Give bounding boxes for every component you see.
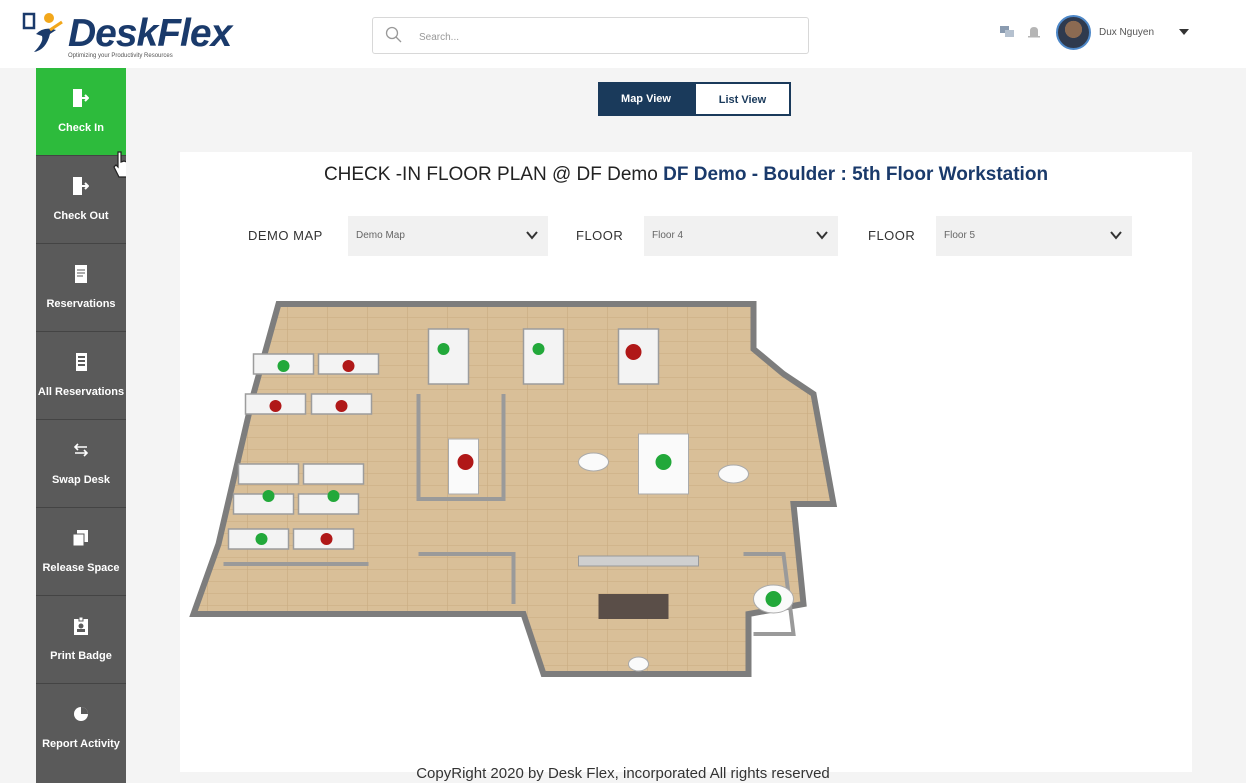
badge-icon xyxy=(74,617,88,635)
filter-label-floor: FLOOR xyxy=(576,228,624,243)
occupied-desk-marker[interactable] xyxy=(625,344,642,360)
sidebar-item-label: All Reservations xyxy=(37,386,125,398)
pie-chart-icon xyxy=(74,707,88,721)
logo-figure-icon xyxy=(22,12,63,52)
main-content: Map View List View CHECK -IN FLOOR PLAN … xyxy=(126,68,1246,783)
available-desk-marker[interactable] xyxy=(765,591,782,607)
coffee-table xyxy=(628,656,649,672)
sidebar-item-label: Release Space xyxy=(42,562,120,574)
sidebar-item-label: Check Out xyxy=(53,210,109,222)
round-table xyxy=(718,464,749,484)
office-desks xyxy=(427,328,660,385)
available-desk-marker[interactable] xyxy=(532,343,545,355)
search-box[interactable] xyxy=(372,17,809,54)
sidebar-item-reservations[interactable]: Reservations xyxy=(36,244,126,332)
map-view-button[interactable]: Map View xyxy=(598,82,694,116)
sidebar-item-label: Reservations xyxy=(46,298,116,310)
view-toggle: Map View List View xyxy=(598,82,791,116)
select-value: Floor 4 xyxy=(652,230,684,241)
bell-icon[interactable] xyxy=(1027,26,1041,38)
search-icon xyxy=(385,26,402,43)
release-space-icon xyxy=(73,530,88,547)
user-avatar[interactable] xyxy=(1056,15,1091,50)
sidebar-item-check-in[interactable]: Check In xyxy=(36,68,126,156)
floor-select-2[interactable]: Floor 5 xyxy=(936,216,1132,256)
available-desk-marker[interactable] xyxy=(255,533,268,545)
sidebar-item-all-reservations[interactable]: All Reservations xyxy=(36,332,126,420)
chevron-down-icon xyxy=(526,231,538,240)
chevron-down-icon xyxy=(816,231,828,240)
sidebar-item-label: Check In xyxy=(58,122,104,134)
all-reservations-icon xyxy=(76,353,87,371)
sidebar-item-label: Report Activity xyxy=(42,738,120,750)
available-desk-marker[interactable] xyxy=(437,343,450,355)
sidebar-item-label: Swap Desk xyxy=(51,474,111,486)
available-desk-marker[interactable] xyxy=(655,454,672,470)
floor-select[interactable]: Floor 4 xyxy=(644,216,838,256)
check-in-icon xyxy=(73,89,89,107)
available-desk-marker[interactable] xyxy=(277,360,290,372)
available-desk-marker[interactable] xyxy=(327,490,340,502)
available-desk-marker[interactable] xyxy=(262,490,275,502)
sidebar-item-release-space[interactable]: Release Space xyxy=(36,508,126,596)
search-input[interactable] xyxy=(417,26,781,48)
title-location: DF Demo - Boulder : 5th Floor Workstatio… xyxy=(663,164,1049,185)
sidebar-item-label: Print Badge xyxy=(50,650,112,662)
deskflex-logo[interactable]: DeskFlex Optimizing your Productivity Re… xyxy=(22,10,232,62)
sidebar-item-swap-desk[interactable]: Swap Desk xyxy=(36,420,126,508)
reception-counter xyxy=(578,555,699,567)
chat-icon[interactable] xyxy=(1000,26,1014,38)
occupied-desk-marker[interactable] xyxy=(457,454,474,470)
logo-tagline: Optimizing your Productivity Resources xyxy=(68,53,173,59)
user-name[interactable]: Dux Nguyen xyxy=(1099,27,1154,38)
select-value: Demo Map xyxy=(356,230,405,241)
sidebar-item-report-activity[interactable]: Report Activity xyxy=(36,684,126,772)
list-view-button[interactable]: List View xyxy=(694,82,791,116)
page-title: CHECK -IN FLOOR PLAN @ DF Demo DF Demo -… xyxy=(180,164,1192,186)
occupied-desk-marker[interactable] xyxy=(335,400,348,412)
occupied-desk-marker[interactable] xyxy=(320,533,333,545)
demo-map-select[interactable]: Demo Map xyxy=(348,216,548,256)
user-menu-caret-icon[interactable] xyxy=(1179,29,1189,35)
swap-icon xyxy=(73,443,89,457)
reservations-icon xyxy=(75,265,87,283)
filter-label-floor-2: FLOOR xyxy=(868,228,916,243)
select-value: Floor 5 xyxy=(944,230,976,241)
occupied-desk-marker[interactable] xyxy=(269,400,282,412)
sofa xyxy=(598,594,669,619)
top-header: DeskFlex Optimizing your Productivity Re… xyxy=(0,0,1246,68)
filter-label-demo-map: DEMO MAP xyxy=(248,228,323,243)
chevron-down-icon xyxy=(1110,231,1122,240)
logo-text: DeskFlex xyxy=(68,12,232,55)
occupied-desk-marker[interactable] xyxy=(342,360,355,372)
floor-plan-panel: CHECK -IN FLOOR PLAN @ DF Demo DF Demo -… xyxy=(180,152,1192,772)
sidebar-item-print-badge[interactable]: Print Badge xyxy=(36,596,126,684)
copyright-footer: CopyRight 2020 by Desk Flex, incorporate… xyxy=(416,765,830,782)
floor-plan-map[interactable] xyxy=(126,294,966,714)
title-prefix: CHECK -IN FLOOR PLAN @ DF Demo xyxy=(323,164,658,185)
round-table xyxy=(578,452,609,472)
check-out-icon xyxy=(73,177,89,195)
